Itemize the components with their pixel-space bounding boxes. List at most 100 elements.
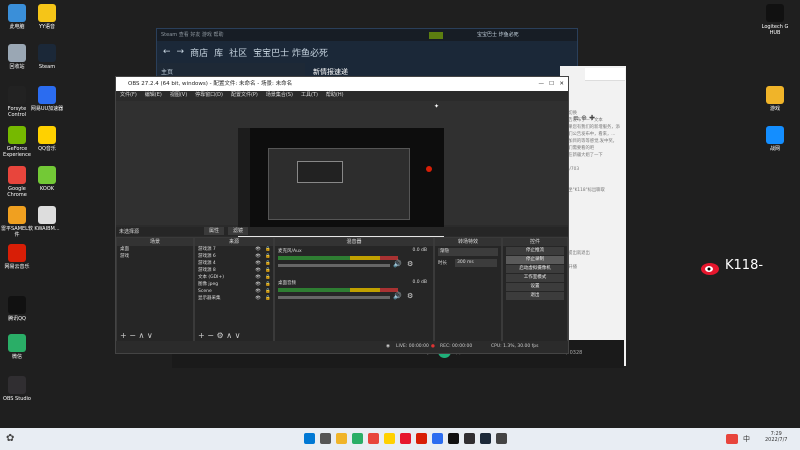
source-item[interactable]: Scene 👁 🔒 <box>195 288 273 295</box>
eye-icon[interactable]: 👁 <box>255 267 261 274</box>
tray-clock[interactable]: 7:29 2022/7/7 <box>765 431 787 443</box>
back-arrow-icon[interactable]: ← <box>163 47 171 57</box>
source-item[interactable]: 图像 jpeg 👁 🔒 <box>195 281 273 288</box>
eye-icon[interactable]: 👁 <box>255 288 261 295</box>
menu-profile[interactable]: 配置文件(P) <box>231 91 258 100</box>
eye-icon[interactable]: 👁 <box>255 253 261 260</box>
desktop-icon-icons_left-0[interactable]: 此电脑 <box>0 4 34 30</box>
menu-file[interactable]: 文件(F) <box>120 91 137 100</box>
transition-type-select[interactable]: 渐隐 <box>438 248 498 256</box>
desktop-icon-icons_col2-1[interactable]: Steam <box>30 44 64 70</box>
desktop-gear-icon[interactable]: ⚙ <box>407 292 413 300</box>
desktop-icon-icons_col2-5[interactable]: KWAIBM... <box>30 206 64 232</box>
close-icon[interactable]: ✕ <box>559 77 564 91</box>
lock-icon[interactable]: 🔒 <box>265 288 271 295</box>
taskbar-app-icon[interactable] <box>480 433 491 444</box>
stop-recording-button[interactable]: 停止录制 <box>506 256 564 264</box>
desktop-icon-icons_col2-4[interactable]: KOOK <box>30 166 64 192</box>
steam-nav-community[interactable]: 社区 <box>229 46 247 59</box>
taskbar-app-icon[interactable] <box>384 433 395 444</box>
tray-lang[interactable]: 中 <box>743 434 750 444</box>
chat-window[interactable]: 已切换公告发布了一个文本如果您有我们的新增服务，添加我们公告发布中，看来，...… <box>560 66 626 366</box>
taskbar-app-icon[interactable] <box>416 433 427 444</box>
lock-icon[interactable]: 🔒 <box>265 295 271 302</box>
taskbar-app-icon[interactable] <box>368 433 379 444</box>
steam-nav-library[interactable]: 库 <box>214 46 223 59</box>
source-item[interactable]: 游戏源 8 👁 🔒 <box>195 267 273 274</box>
source-item[interactable]: 游戏源 7 👁 🔒 <box>195 246 273 253</box>
sources-controls[interactable]: + − ⚙ ∧ ∨ <box>198 331 240 340</box>
settings-button[interactable]: 设置 <box>506 283 564 291</box>
taskbar-app-icon[interactable] <box>448 433 459 444</box>
eye-icon[interactable]: 👁 <box>255 295 261 302</box>
mic-gear-icon[interactable]: ⚙ <box>407 260 413 268</box>
weibo-icon[interactable] <box>700 258 722 276</box>
desktop-icon-icons_left-4[interactable]: Google Chrome <box>0 166 34 198</box>
scene-item-game[interactable]: 游戏 <box>117 253 193 260</box>
stop-streaming-button[interactable]: 停止推流 <box>506 247 564 255</box>
menu-docks[interactable]: 停靠窗口(D) <box>195 91 223 100</box>
desktop-icon-icons_left-1[interactable]: 回收站 <box>0 44 34 70</box>
desktop-icon-icons_left-9[interactable]: OBS Studio <box>0 376 34 402</box>
desktop-icon-icons_left-3[interactable]: GeForce Experience <box>0 126 34 158</box>
taskbar-app-icon[interactable] <box>304 433 315 444</box>
desktop-icon-icons_col2-2[interactable]: 网易UU加速器 <box>30 86 64 112</box>
steam-nav-profile[interactable]: 宝宝巴士 炸鱼必死 <box>253 46 328 59</box>
duration-input[interactable]: 300 ms <box>455 259 497 267</box>
obs-window[interactable]: OBS 27.2.4 (64 bit, windows) - 配置文件: 未命名… <box>115 76 569 354</box>
desktop-icon-icons_left-7[interactable]: 腾讯QQ <box>0 296 34 322</box>
menu-view[interactable]: 视图(V) <box>170 91 187 100</box>
widgets-icon[interactable]: ✿ <box>6 433 14 444</box>
desktop-icon-icons_left-5[interactable]: 雷平SAMEL软件 <box>0 206 34 238</box>
lock-icon[interactable]: 🔒 <box>265 253 271 260</box>
eye-icon[interactable]: 👁 <box>255 281 261 288</box>
steam-nav-store[interactable]: 商店 <box>190 46 208 59</box>
source-item[interactable]: 显示器采集 👁 🔒 <box>195 295 273 302</box>
mic-volume-slider[interactable] <box>278 264 390 267</box>
lock-icon[interactable]: 🔒 <box>265 260 271 267</box>
taskbar-app-icon[interactable] <box>464 433 475 444</box>
taskbar-app-icon[interactable] <box>320 433 331 444</box>
taskbar-app-icon[interactable] <box>352 433 363 444</box>
desktop-icon-icons_col2-0[interactable]: YY语音 <box>30 4 64 30</box>
desktop-audio-slider[interactable] <box>278 296 390 299</box>
taskbar-app-icon[interactable] <box>400 433 411 444</box>
steam-account[interactable]: 宝宝巴士 炸鱼必死 <box>477 31 519 38</box>
tray-sogou-icon[interactable] <box>726 434 738 444</box>
scenes-controls[interactable]: + − ∧ ∨ <box>120 331 153 340</box>
chat-toolbar-icons[interactable]: ≡ ⊕ ✚ <box>573 114 595 122</box>
desktop-icon-icons_left-2[interactable]: Forsyte Control <box>0 86 34 118</box>
desktop-icon-icons_right-1[interactable]: 游戏 <box>758 86 792 112</box>
eye-icon[interactable]: 👁 <box>255 246 261 253</box>
menu-help[interactable]: 帮助(H) <box>326 91 344 100</box>
source-item[interactable]: 游戏源 6 👁 🔒 <box>195 253 273 260</box>
lock-icon[interactable]: 🔒 <box>265 246 271 253</box>
obs-preview[interactable]: ✦ <box>116 101 568 244</box>
exit-button[interactable]: 退出 <box>506 292 564 300</box>
taskbar-app-icon[interactable] <box>432 433 443 444</box>
lock-icon[interactable]: 🔒 <box>265 274 271 281</box>
virtual-camera-button[interactable]: 启动虚拟摄像机 <box>506 265 564 273</box>
taskbar-app-icon[interactable] <box>496 433 507 444</box>
studio-mode-button[interactable]: 工作室模式 <box>506 274 564 282</box>
menu-tools[interactable]: 工具(T) <box>301 91 318 100</box>
lock-icon[interactable]: 🔒 <box>265 281 271 288</box>
menu-scene-collection[interactable]: 场景集合(S) <box>266 91 293 100</box>
desktop-icon-icons_right-0[interactable]: Logitech G HUB <box>758 4 792 36</box>
mic-speaker-icon[interactable]: 🔊 <box>393 260 402 268</box>
taskbar-app-icon[interactable] <box>336 433 347 444</box>
scene-item-desktop[interactable]: 桌面 <box>117 246 193 253</box>
desktop-icon-icons_right-2[interactable]: 战网 <box>758 126 792 152</box>
eye-icon[interactable]: 👁 <box>255 274 261 281</box>
desktop-icon-icons_left-8[interactable]: 微信 <box>0 334 34 360</box>
properties-button[interactable]: 属性 <box>204 227 224 235</box>
preview-tool-icon[interactable]: ✦ <box>434 103 439 110</box>
desktop-icon-icons_left-6[interactable]: 网易云音乐 <box>0 244 34 270</box>
lock-icon[interactable]: 🔒 <box>265 267 271 274</box>
maximize-icon[interactable]: ☐ <box>549 77 554 91</box>
eye-icon[interactable]: 👁 <box>255 260 261 267</box>
forward-arrow-icon[interactable]: → <box>177 47 185 57</box>
minimize-icon[interactable]: — <box>539 77 545 91</box>
steam-green-btn[interactable] <box>429 32 443 39</box>
desktop-speaker-icon[interactable]: 🔊 <box>393 292 402 300</box>
